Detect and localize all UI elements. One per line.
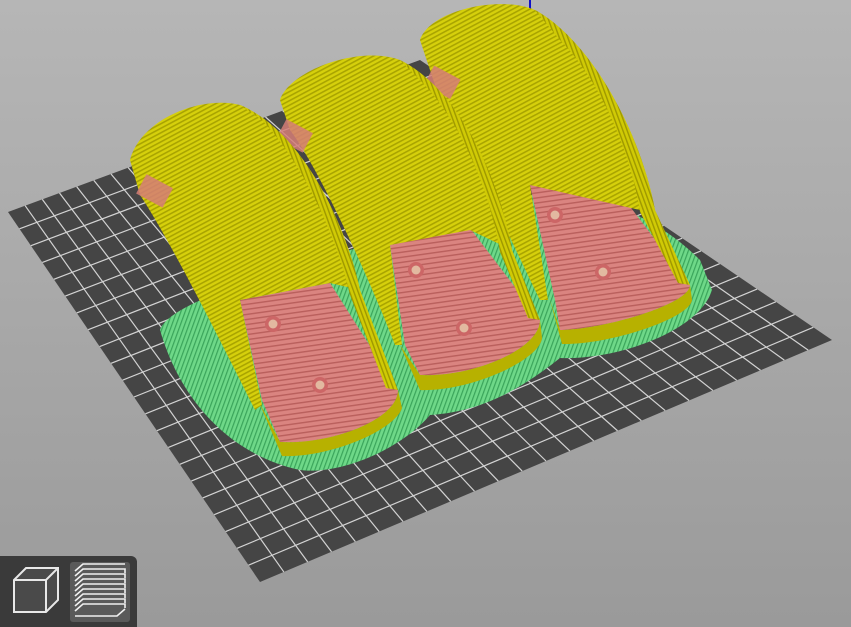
layers-preview-button[interactable] (70, 561, 130, 623)
3d-view-button[interactable] (6, 562, 66, 622)
3d-view-cube-icon (8, 562, 64, 622)
layers-preview-icon (71, 561, 129, 623)
3d-viewport[interactable] (0, 0, 851, 627)
view-toolbar (0, 556, 137, 627)
